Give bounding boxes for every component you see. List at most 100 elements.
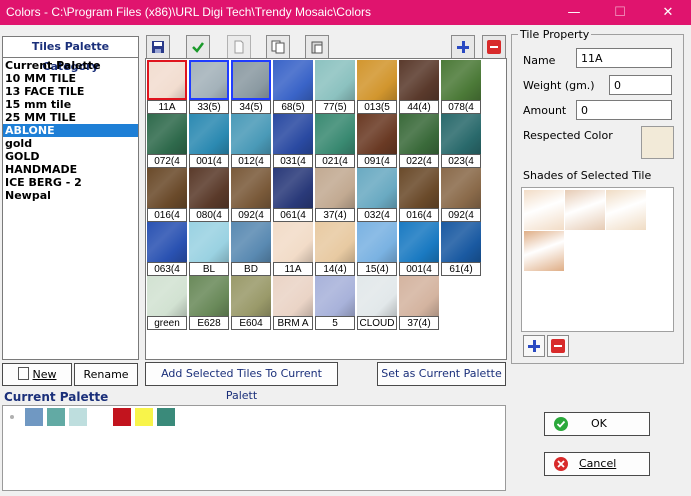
tile-swatch[interactable] [231, 276, 271, 316]
tile-label[interactable]: 021(4 [315, 154, 355, 168]
rename-button[interactable]: Rename [74, 363, 138, 386]
tile-swatch[interactable] [357, 276, 397, 316]
tile-label[interactable]: 11A [147, 100, 187, 114]
tile-label[interactable]: 001(4 [399, 262, 439, 276]
tile-swatch[interactable] [357, 60, 397, 100]
tile-label[interactable]: 14(4) [315, 262, 355, 276]
tile-swatch[interactable] [147, 276, 187, 316]
tile-swatch[interactable] [147, 114, 187, 154]
category-item[interactable]: HANDMADE [3, 163, 138, 176]
remove-tile-button[interactable] [482, 35, 506, 59]
name-field[interactable]: 11A [576, 48, 672, 68]
tile-label[interactable]: 15(4) [357, 262, 397, 276]
tile-label[interactable]: 61(4) [441, 262, 481, 276]
shade-swatch[interactable] [524, 231, 564, 271]
tile-label[interactable]: 092(4 [231, 208, 271, 222]
palette-swatch[interactable] [91, 408, 109, 426]
tile-label[interactable]: 072(4 [147, 154, 187, 168]
category-item[interactable]: 10 MM TILE [3, 72, 138, 85]
tile-label[interactable]: 001(4 [189, 154, 229, 168]
tile-swatch[interactable] [231, 114, 271, 154]
tile-label[interactable]: 33(5) [189, 100, 229, 114]
tile-swatch[interactable] [273, 114, 313, 154]
shade-swatch[interactable] [565, 190, 605, 230]
tile-swatch[interactable] [441, 60, 481, 100]
tile-swatch[interactable] [231, 60, 271, 100]
add-selected-tiles-button[interactable]: Add Selected Tiles To Current Palett [145, 362, 338, 402]
tile-swatch[interactable] [273, 168, 313, 208]
weight-field[interactable]: 0 [609, 75, 672, 95]
tile-swatch[interactable] [147, 168, 187, 208]
save-button[interactable] [146, 35, 170, 59]
tile-label[interactable]: CLOUD [357, 316, 397, 330]
tile-label[interactable]: 080(4 [189, 208, 229, 222]
set-as-current-palette-button[interactable]: Set as Current Palette [377, 362, 506, 386]
tile-swatch[interactable] [399, 276, 439, 316]
tile-label[interactable]: 016(4 [399, 208, 439, 222]
palette-swatch[interactable] [69, 408, 87, 426]
tile-swatch[interactable] [399, 222, 439, 262]
tile-swatch[interactable] [189, 168, 229, 208]
shade-swatch[interactable] [606, 190, 646, 230]
tile-swatch[interactable] [189, 276, 229, 316]
tile-grid[interactable]: 11A 33(5) 34(5) 68(5) 77(5) 013(5 44(4) 078(4 07… [145, 58, 507, 360]
tile-swatch[interactable] [399, 168, 439, 208]
tile-label[interactable]: 37(4) [399, 316, 439, 330]
close-button[interactable]: ✕ [645, 0, 691, 25]
tile-swatch[interactable] [315, 168, 355, 208]
tile-label[interactable]: E604 [231, 316, 271, 330]
maximize-button[interactable]: ☐ [597, 0, 643, 25]
tile-swatch[interactable] [357, 222, 397, 262]
check-button[interactable] [186, 35, 210, 59]
tile-swatch[interactable] [189, 60, 229, 100]
tile-swatch[interactable] [315, 60, 355, 100]
tile-label[interactable]: 091(4 [357, 154, 397, 168]
tile-swatch[interactable] [231, 168, 271, 208]
tile-label[interactable]: 68(5) [273, 100, 313, 114]
ok-button[interactable]: OK [544, 412, 650, 436]
tile-swatch[interactable] [441, 168, 481, 208]
tile-swatch[interactable] [189, 222, 229, 262]
tile-label[interactable]: BD [231, 262, 271, 276]
category-item[interactable]: ICE BERG - 2 [3, 176, 138, 189]
tile-swatch[interactable] [315, 114, 355, 154]
tile-label[interactable]: 078(4 [441, 100, 481, 114]
tile-swatch[interactable] [315, 276, 355, 316]
tile-label[interactable]: 092(4 [441, 208, 481, 222]
tile-swatch[interactable] [399, 114, 439, 154]
tile-swatch[interactable] [441, 114, 481, 154]
tile-label[interactable]: 061(4 [273, 208, 313, 222]
shades-list[interactable] [521, 187, 674, 332]
tile-label[interactable]: 032(4 [357, 208, 397, 222]
tile-label[interactable]: 022(4 [399, 154, 439, 168]
tile-label[interactable]: 77(5) [315, 100, 355, 114]
tile-swatch[interactable] [189, 114, 229, 154]
palette-swatch[interactable] [135, 408, 153, 426]
add-tile-button[interactable] [451, 35, 475, 59]
tile-label[interactable]: 023(4 [441, 154, 481, 168]
category-item[interactable]: ABLONE [3, 124, 138, 137]
tile-label[interactable]: 34(5) [231, 100, 271, 114]
category-item[interactable]: GOLD [3, 150, 138, 163]
add-shade-button[interactable] [523, 335, 545, 357]
tile-swatch[interactable] [315, 222, 355, 262]
palette-swatch[interactable] [113, 408, 131, 426]
tile-label[interactable]: green [147, 316, 187, 330]
tile-swatch[interactable] [357, 114, 397, 154]
category-list[interactable]: Current Palette 10 MM TILE 13 FACE TILE 15 … [3, 59, 138, 202]
tile-label[interactable]: 031(4 [273, 154, 313, 168]
tile-swatch[interactable] [147, 222, 187, 262]
tile-swatch[interactable] [273, 60, 313, 100]
tile-swatch[interactable] [357, 168, 397, 208]
tile-label[interactable]: 5 [315, 316, 355, 330]
tile-label[interactable]: BRM A [273, 316, 313, 330]
tile-label[interactable]: 11A [273, 262, 313, 276]
tile-label[interactable]: 012(4 [231, 154, 271, 168]
tile-label[interactable]: E628 [189, 316, 229, 330]
tile-swatch[interactable] [399, 60, 439, 100]
paste-button[interactable] [305, 35, 329, 59]
tile-label[interactable]: 013(5 [357, 100, 397, 114]
category-item[interactable]: Current Palette [3, 59, 138, 72]
palette-swatch[interactable] [47, 408, 65, 426]
category-item[interactable]: 13 FACE TILE [3, 85, 138, 98]
